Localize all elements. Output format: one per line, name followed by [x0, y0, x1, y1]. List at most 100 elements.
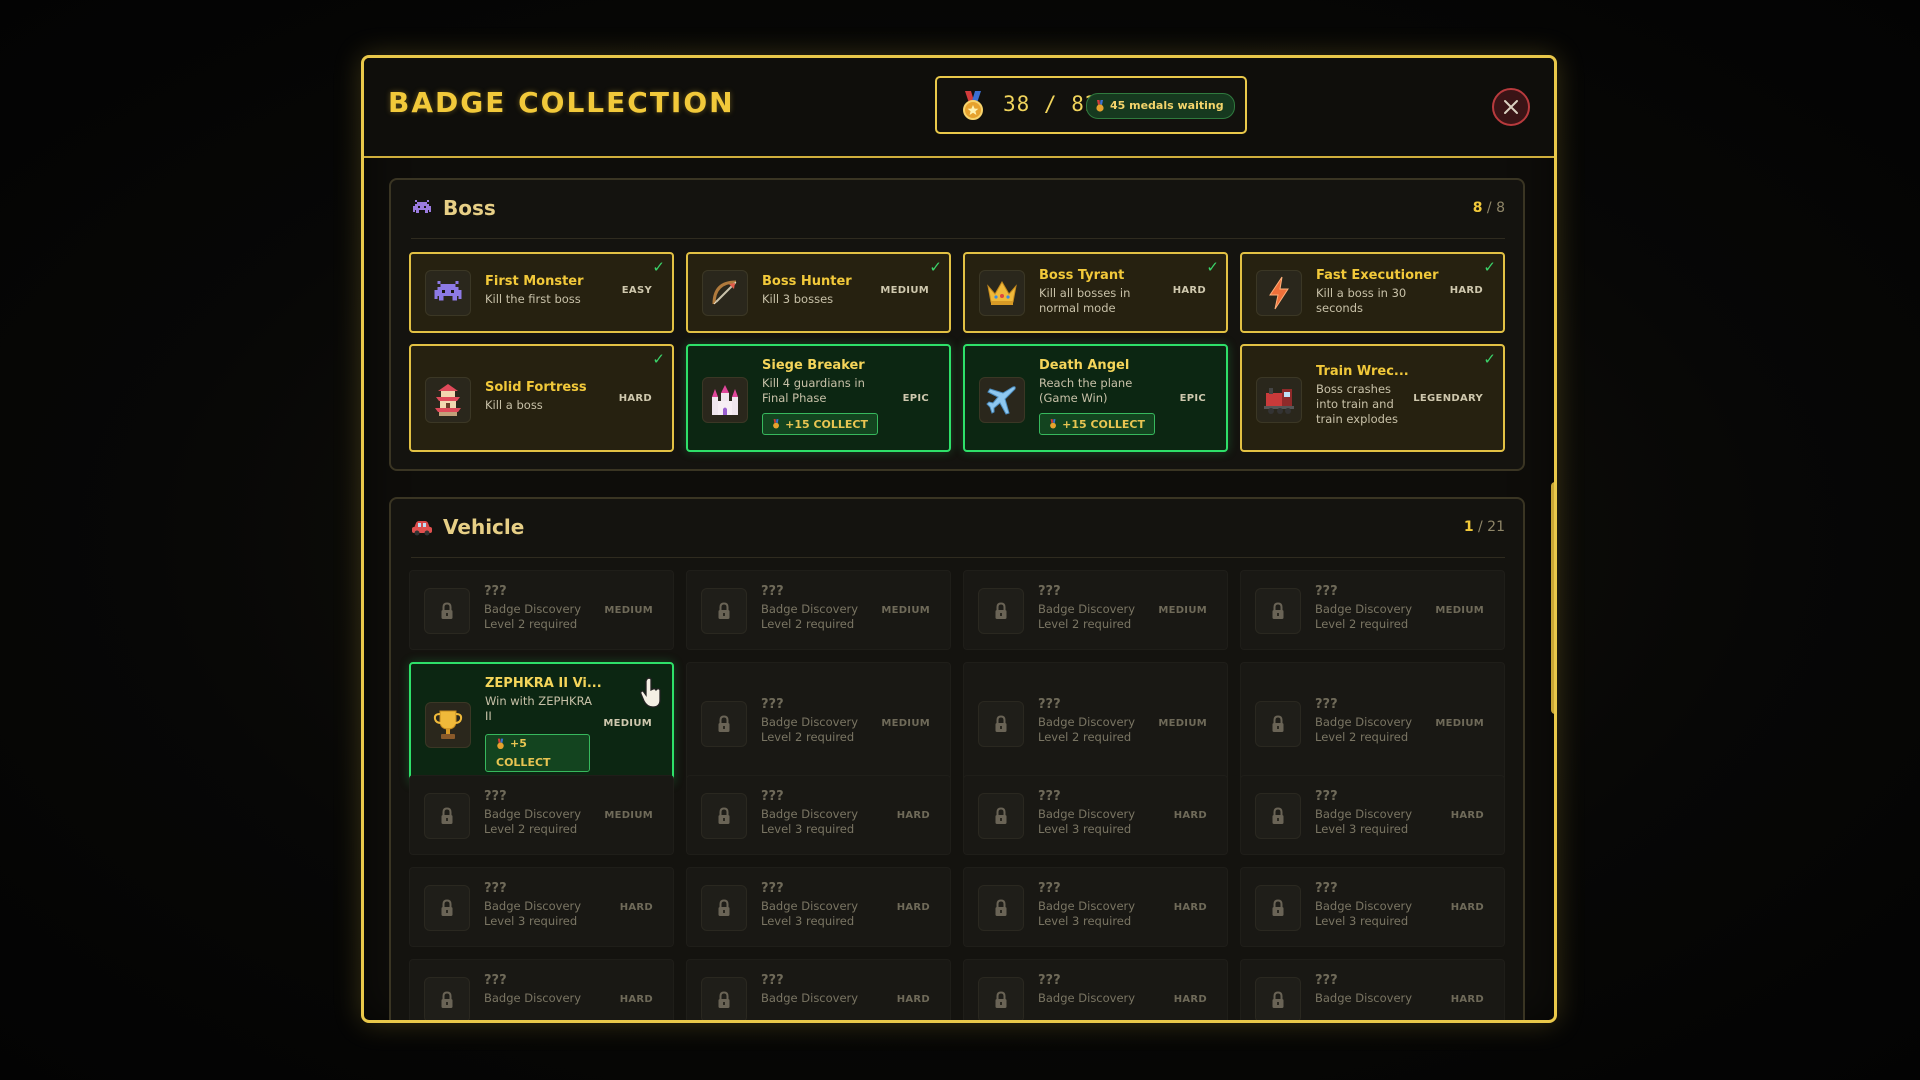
badge-description: Badge Discovery Level 2 required: [484, 602, 582, 631]
badge-card-collectable[interactable]: Siege Breaker Kill 4 guardians in Final …: [686, 344, 951, 452]
collect-button[interactable]: +15 COLLECT: [762, 413, 878, 435]
badge-description: Badge Discovery Level 3 required: [761, 899, 859, 928]
badge-icon-box: [1255, 977, 1301, 1020]
badge-card[interactable]: Solid Fortress Kill a boss HARD ✓: [409, 344, 674, 452]
badge-description: Kill 4 guardians in Final Phase: [762, 376, 865, 405]
badge-progress-box: 38 / 82 45 medals waiting: [935, 76, 1247, 134]
badge-card[interactable]: Train Wrec... Boss crashes into train an…: [1240, 344, 1505, 452]
badge-description: Badge Discovery Level 3 required: [1038, 807, 1136, 836]
badge-card-collectable[interactable]: ZEPHKRA II Vi... Win with ZEPHKRA II MEDIU…: [409, 662, 674, 784]
badge-description: Badge Discovery Level 2 required: [761, 602, 859, 631]
medal-icon: [1050, 419, 1056, 429]
lock-icon: [441, 991, 453, 1008]
collect-button[interactable]: +15 COLLECT: [1039, 413, 1155, 435]
badge-difficulty: MEDIUM: [1158, 718, 1207, 729]
badge-difficulty: HARD: [618, 393, 652, 404]
badge-card-locked[interactable]: ??? Badge Discovery Level 2 required MEDIU…: [963, 570, 1228, 650]
badge-card[interactable]: Fast Executioner Kill a boss in 30 secon…: [1240, 252, 1505, 333]
badge-card-locked[interactable]: ??? Badge Discovery Level 3 required HARD: [1240, 867, 1505, 947]
badge-icon-box: [424, 793, 470, 839]
badge-title: ???: [484, 973, 507, 988]
badge-card-locked[interactable]: ??? Badge Discovery Level 2 required MEDIU…: [686, 662, 951, 784]
badge-title: ???: [1038, 881, 1061, 896]
section-count-total: / 21: [1478, 519, 1505, 535]
collect-button-label: +15 COLLECT: [785, 417, 868, 431]
badge-card-locked[interactable]: ??? Badge Discovery Level 2 required MEDIU…: [963, 662, 1228, 784]
badge-description: Badge Discovery Level 2 required: [1315, 715, 1413, 744]
crown-icon: [987, 281, 1017, 305]
badge-title: ???: [1315, 881, 1338, 896]
badge-description: Badge Discovery: [1315, 991, 1413, 1005]
badge-difficulty: HARD: [896, 810, 930, 821]
badge-collection-modal: BADGE COLLECTION 38 / 82 45 medals waiti…: [361, 55, 1557, 1023]
lock-icon: [718, 991, 730, 1008]
badge-icon-box: [424, 885, 470, 931]
badge-difficulty: HARD: [1173, 810, 1207, 821]
checkmark-icon: ✓: [652, 350, 665, 368]
medal-icon: [497, 738, 504, 749]
medals-waiting-badge[interactable]: 45 medals waiting: [1086, 93, 1235, 119]
badge-card[interactable]: Boss Tyrant Kill all bosses in normal mo…: [963, 252, 1228, 333]
badge-card-locked[interactable]: ??? Badge Discovery Level 3 required HARD: [409, 867, 674, 947]
badge-title: ???: [1038, 584, 1061, 599]
badge-card-locked[interactable]: ??? Badge Discovery HARD: [686, 959, 951, 1020]
badge-title: ???: [484, 881, 507, 896]
section-count-boss: 8 / 8: [1473, 200, 1505, 216]
badge-card[interactable]: Boss Hunter Kill 3 bosses MEDIUM ✓: [686, 252, 951, 333]
badge-card-locked[interactable]: ??? Badge Discovery HARD: [1240, 959, 1505, 1020]
section-count-done: 8: [1472, 200, 1483, 216]
badge-difficulty: HARD: [1450, 994, 1484, 1005]
badge-title: Boss Tyrant: [1039, 268, 1125, 283]
badge-card-locked[interactable]: ??? Badge Discovery Level 3 required HARD: [963, 775, 1228, 855]
hand-cursor-icon: [640, 677, 661, 708]
trophy-icon: [433, 710, 463, 739]
badge-title: ???: [1038, 697, 1061, 712]
badge-card-locked[interactable]: ??? Badge Discovery Level 3 required HARD: [686, 867, 951, 947]
badge-difficulty: HARD: [896, 994, 930, 1005]
badge-icon-box: [978, 701, 1024, 747]
badge-difficulty: LEGENDARY: [1413, 393, 1483, 404]
badge-card-locked[interactable]: ??? Badge Discovery HARD: [963, 959, 1228, 1020]
badge-card-locked[interactable]: ??? Badge Discovery Level 2 required MEDIU…: [1240, 662, 1505, 784]
badge-difficulty: MEDIUM: [604, 605, 653, 616]
badge-title: ???: [761, 881, 784, 896]
section-count-done: 1: [1463, 519, 1474, 535]
badge-title: ???: [1315, 584, 1338, 599]
collect-button[interactable]: +5 COLLECT: [485, 734, 590, 772]
section-title-boss: Boss: [443, 196, 496, 220]
badge-list-scroll-area[interactable]: Boss 8 / 8 First Monster Kill the first …: [364, 158, 1554, 1020]
badge-icon-box: [979, 270, 1025, 316]
badge-card[interactable]: First Monster Kill the first boss EASY ✓: [409, 252, 674, 333]
badge-title: Solid Fortress: [485, 380, 587, 395]
badge-description: Kill a boss in 30 seconds: [1316, 286, 1407, 315]
badge-card-locked[interactable]: ??? Badge Discovery HARD: [409, 959, 674, 1020]
lock-icon: [441, 602, 453, 619]
lock-icon: [1272, 991, 1284, 1008]
modal-header: BADGE COLLECTION 38 / 82 45 medals waiti…: [364, 58, 1554, 158]
badge-card-locked[interactable]: ??? Badge Discovery Level 3 required HARD: [1240, 775, 1505, 855]
badge-icon-box: [424, 588, 470, 634]
badge-card-locked[interactable]: ??? Badge Discovery Level 3 required HARD: [686, 775, 951, 855]
badge-card-locked[interactable]: ??? Badge Discovery Level 2 required MEDIU…: [409, 775, 674, 855]
badge-title: ???: [484, 584, 507, 599]
checkmark-icon: ✓: [652, 258, 665, 276]
badge-description: Badge Discovery: [1038, 991, 1136, 1005]
badge-title: ???: [1315, 697, 1338, 712]
badge-icon-box: [978, 793, 1024, 839]
badge-card-locked[interactable]: ??? Badge Discovery Level 2 required MEDIU…: [1240, 570, 1505, 650]
badge-card-locked[interactable]: ??? Badge Discovery Level 2 required MEDIU…: [686, 570, 951, 650]
badge-card-locked[interactable]: ??? Badge Discovery Level 3 required HARD: [963, 867, 1228, 947]
medals-waiting-text: 45 medals waiting: [1110, 99, 1224, 112]
badge-difficulty: MEDIUM: [881, 605, 930, 616]
badge-icon-box: [978, 588, 1024, 634]
close-button[interactable]: [1492, 88, 1530, 126]
badge-difficulty: HARD: [619, 994, 653, 1005]
badge-progress-count: 38 / 82: [1003, 92, 1099, 116]
badge-title: Siege Breaker: [762, 358, 865, 373]
badge-icon-box: [1255, 588, 1301, 634]
badge-card-locked[interactable]: ??? Badge Discovery Level 2 required MEDIU…: [409, 570, 674, 650]
badge-icon-box: [978, 885, 1024, 931]
badge-card-collectable[interactable]: Death Angel Reach the plane (Game Win) E…: [963, 344, 1228, 452]
scrollbar-thumb[interactable]: [1551, 482, 1554, 714]
badge-description: Badge Discovery Level 3 required: [1315, 899, 1413, 928]
